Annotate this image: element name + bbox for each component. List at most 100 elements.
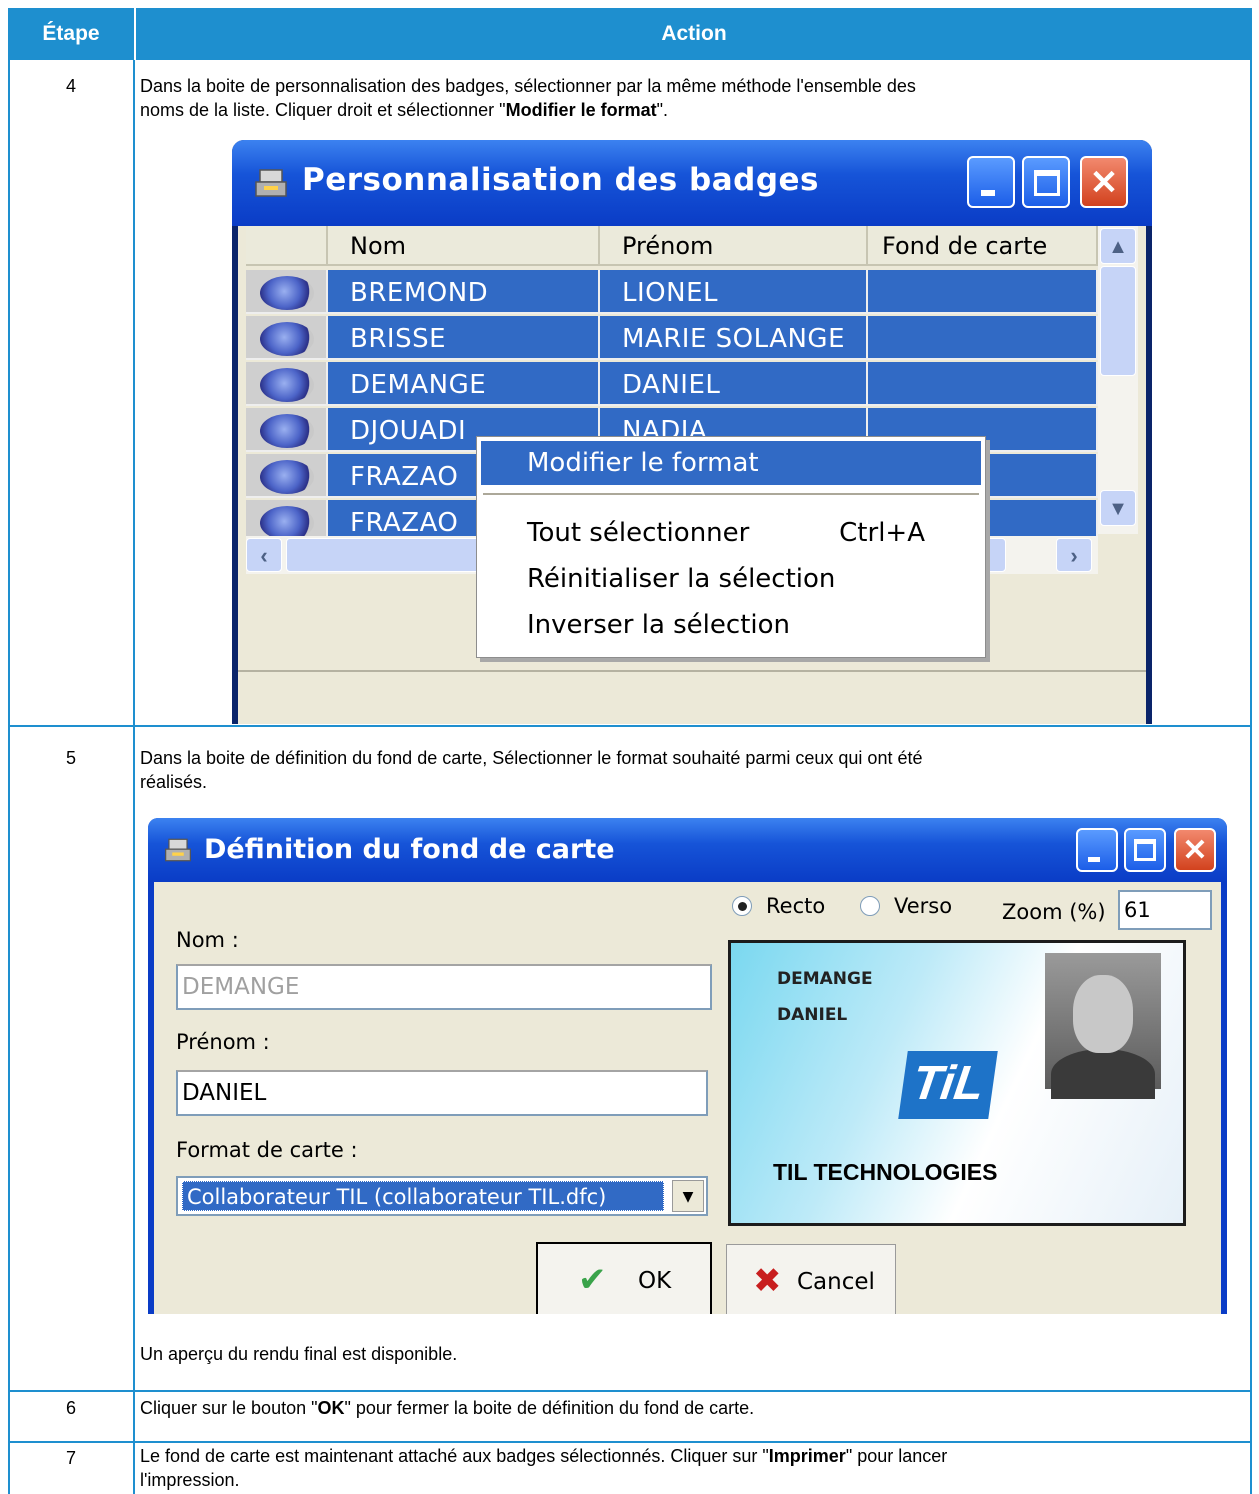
- step-number: 4: [65, 76, 76, 96]
- emphasized-text: Modifier le format: [505, 100, 657, 120]
- column-header-nom[interactable]: Nom: [328, 226, 600, 266]
- step-text-line: Dans la boite de définition du fond de c…: [140, 748, 923, 768]
- text-part: " pour lancer: [845, 1446, 948, 1466]
- row-divider: [8, 725, 1252, 727]
- scroll-down-icon[interactable]: ▼: [1100, 490, 1136, 526]
- close-button[interactable]: ✕: [1080, 156, 1128, 208]
- step-description: Cliquer sur le bouton "OK" pour fermer l…: [140, 1396, 1230, 1420]
- text-part: " pour fermer la boite de définition du …: [344, 1398, 755, 1418]
- preview-nom: DEMANGE: [777, 969, 873, 989]
- format-label: Format de carte :: [176, 1138, 358, 1162]
- badge-cell: [246, 454, 328, 498]
- card-background-window: Définition du fond de carte ✕ Nom : DEMA…: [148, 818, 1227, 1314]
- badge-icon: [260, 322, 314, 356]
- badge-icon: [260, 506, 314, 536]
- emphasized-text: OK: [317, 1398, 345, 1418]
- maximize-icon: [1134, 839, 1156, 861]
- minimize-button[interactable]: [1076, 828, 1118, 872]
- close-button[interactable]: ✕: [1174, 828, 1216, 872]
- cancel-x-icon: ✖: [753, 1261, 782, 1301]
- zoom-field[interactable]: 61: [1118, 890, 1212, 930]
- menu-separator: [483, 493, 979, 495]
- text-part: ".: [656, 100, 668, 120]
- step-text-line: Le fond de carte est maintenant attaché …: [140, 1444, 1230, 1468]
- ok-button[interactable]: ✔ OK: [536, 1242, 712, 1314]
- preview-photo: [1045, 953, 1161, 1099]
- step-description: Le fond de carte est maintenant attaché …: [140, 1444, 1230, 1492]
- text-part: Le fond de carte est maintenant attaché …: [140, 1446, 769, 1466]
- menu-item-modifier-format[interactable]: Modifier le format: [481, 441, 981, 485]
- column-header-prenom[interactable]: Prénom: [600, 226, 868, 266]
- photo-head: [1073, 975, 1133, 1053]
- step-number: 5: [65, 748, 76, 768]
- checkmark-icon: ✔: [578, 1260, 607, 1300]
- prenom-field[interactable]: DANIEL: [176, 1070, 708, 1116]
- table-row[interactable]: BREMOND LIONEL: [246, 270, 1098, 316]
- window-title: Définition du fond de carte: [204, 834, 615, 865]
- window-body: Nom : DEMANGE Prénom : DANIEL Format de …: [154, 882, 1221, 1314]
- maximize-button[interactable]: [1124, 828, 1166, 872]
- scroll-up-icon[interactable]: ▲: [1100, 228, 1136, 264]
- app-icon: [255, 169, 287, 197]
- nom-field[interactable]: DEMANGE: [176, 964, 712, 1010]
- badge-cell: [246, 316, 328, 360]
- badge-icon: [260, 460, 314, 494]
- text-part: noms de la liste. Cliquer droit et sélec…: [140, 100, 506, 120]
- emphasized-text: Imprimer: [768, 1446, 846, 1466]
- recto-radio[interactable]: [732, 896, 752, 916]
- scroll-thumb[interactable]: [1100, 266, 1136, 376]
- step-text-line: Dans la boite de personnalisation des ba…: [140, 76, 916, 96]
- prenom-label: Prénom :: [176, 1030, 270, 1054]
- step-number: 6: [65, 1398, 76, 1418]
- verso-radio[interactable]: [860, 896, 880, 916]
- column-header-icon[interactable]: [246, 226, 328, 266]
- column-header-fond[interactable]: Fond de carte: [868, 226, 1098, 266]
- badge-icon: [260, 368, 314, 402]
- verso-label[interactable]: Verso: [894, 894, 952, 918]
- preview-company: TIL TECHNOLOGIES: [773, 1159, 998, 1185]
- fond-cell: [868, 316, 1098, 360]
- table-row[interactable]: DEMANGE DANIEL: [246, 362, 1098, 408]
- badge-icon: [260, 414, 314, 448]
- menu-item-label: Inverser la sélection: [527, 610, 790, 640]
- ok-label: OK: [638, 1268, 672, 1294]
- menu-item-shortcut: Ctrl+A: [839, 518, 925, 548]
- nom-label: Nom :: [176, 928, 239, 952]
- scroll-left-icon[interactable]: ‹: [246, 538, 282, 572]
- format-selected-value: Collaborateur TIL (collaborateur TIL.dfc…: [182, 1181, 664, 1211]
- badge-cell: [246, 270, 328, 314]
- cancel-button[interactable]: ✖ Cancel: [726, 1244, 896, 1314]
- title-bar[interactable]: Personnalisation des badges ✕: [232, 140, 1152, 226]
- prenom-cell: LIONEL: [600, 270, 868, 314]
- fond-cell: [868, 270, 1098, 314]
- photo-shoulders: [1051, 1049, 1155, 1099]
- recto-label[interactable]: Recto: [766, 894, 825, 918]
- maximize-button[interactable]: [1022, 156, 1070, 208]
- nom-cell: BREMOND: [328, 270, 600, 314]
- fond-cell: [868, 362, 1098, 406]
- til-logo: TiL: [898, 1051, 998, 1119]
- format-select[interactable]: Collaborateur TIL (collaborateur TIL.dfc…: [176, 1176, 708, 1216]
- table-column-divider: [133, 60, 135, 1494]
- table-row[interactable]: BRISSE MARIE SOLANGE: [246, 316, 1098, 362]
- step-text-line: réalisés.: [140, 772, 208, 792]
- badge-cell: [246, 362, 328, 406]
- prenom-cell: MARIE SOLANGE: [600, 316, 868, 360]
- vertical-scrollbar[interactable]: ▲ ▼: [1098, 226, 1138, 534]
- minimize-button[interactable]: [967, 156, 1015, 208]
- status-divider: [238, 670, 1146, 672]
- cancel-label: Cancel: [797, 1269, 875, 1295]
- title-bar[interactable]: Définition du fond de carte ✕: [148, 818, 1227, 882]
- context-menu: Modifier le format Tout sélectionner Ctrl…: [476, 436, 986, 658]
- step-description: Dans la boite de personnalisation des ba…: [140, 74, 1230, 122]
- window-title: Personnalisation des badges: [302, 162, 819, 198]
- close-icon: ✕: [1182, 834, 1208, 867]
- menu-item-reset-selection[interactable]: Réinitialiser la sélection: [481, 557, 981, 601]
- menu-item-invert-selection[interactable]: Inverser la sélection: [481, 603, 981, 647]
- menu-item-select-all[interactable]: Tout sélectionner Ctrl+A: [481, 511, 981, 555]
- header-action: Action: [661, 22, 727, 45]
- menu-item-label: Réinitialiser la sélection: [527, 564, 836, 594]
- scroll-right-icon[interactable]: ›: [1056, 538, 1092, 572]
- dropdown-arrow-icon[interactable]: ▼: [672, 1180, 704, 1212]
- badge-cell: [246, 408, 328, 452]
